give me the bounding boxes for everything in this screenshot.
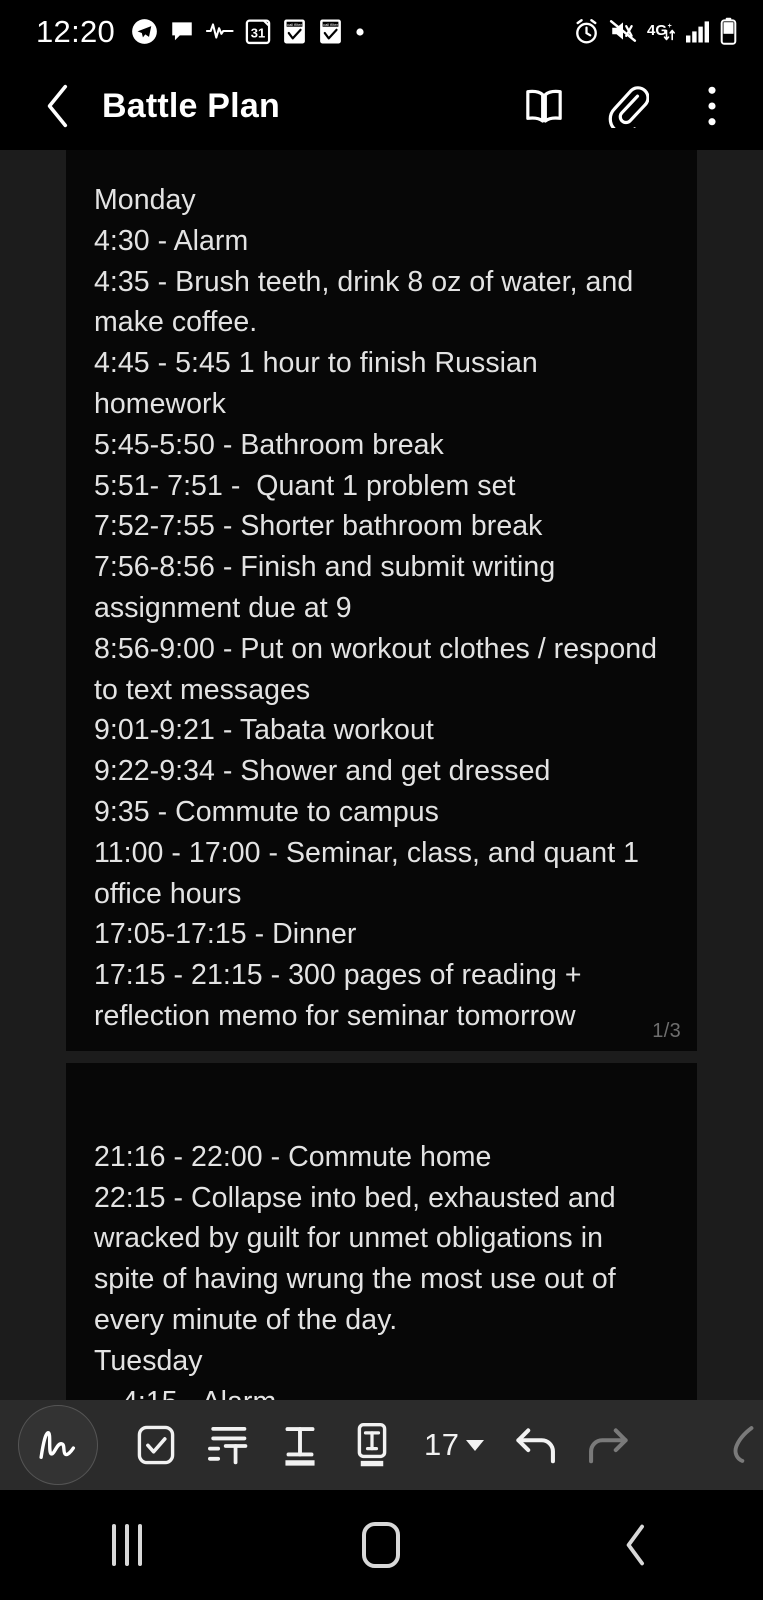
note-line[interactable]: 21:16 - 22:00 - Commute home <box>94 1137 669 1178</box>
redo-icon <box>589 1428 629 1464</box>
status-bar: 12:20 31 call filter call filter 4G + <box>0 0 763 62</box>
font-size-value: 17 <box>424 1427 460 1462</box>
note-line[interactable]: 4:35 - Brush teeth, drink 8 oz of water,… <box>94 262 669 344</box>
back-button[interactable] <box>36 84 80 128</box>
page-title: Battle Plan <box>102 86 280 125</box>
nav-back-button[interactable] <box>581 1503 691 1587</box>
note-page-2[interactable]: 21:16 - 22:00 - Commute home 22:15 - Col… <box>66 1062 697 1400</box>
home-button[interactable] <box>326 1503 436 1587</box>
alarm-icon <box>576 18 597 43</box>
calendar-31-icon: 31 <box>245 18 271 44</box>
format-toolbar: 17 <box>0 1400 763 1490</box>
eraser-icon <box>733 1426 754 1463</box>
message-bubble-icon <box>172 22 192 41</box>
4g-data-icon: 4G + <box>647 22 675 40</box>
attachment-button[interactable] <box>605 83 651 129</box>
overflow-menu-icon <box>708 86 716 126</box>
task-check-icon: call filter <box>284 19 305 43</box>
battery-icon <box>720 17 737 45</box>
redo-button[interactable] <box>572 1409 644 1481</box>
svg-text:call filter: call filter <box>287 21 302 26</box>
note-line[interactable]: 7:52-7:55 - Shorter bathroom break <box>94 506 669 547</box>
task-check-icon-2: call filter <box>320 19 341 43</box>
note-line[interactable]: Monday <box>94 180 669 221</box>
note-line[interactable]: 17:05-17:15 - Dinner <box>94 914 669 955</box>
note-line[interactable]: 5:45-5:50 - Bathroom break <box>94 425 669 466</box>
note-line[interactable]: Tuesday <box>94 1341 669 1382</box>
svg-text:+: + <box>668 23 672 30</box>
note-line[interactable]: 11:00 - 17:00 - Seminar, class, and quan… <box>94 833 669 915</box>
text-format-button[interactable] <box>264 1409 336 1481</box>
note-page-1[interactable]: Monday 4:30 - Alarm 4:35 - Brush teeth, … <box>66 150 697 1051</box>
checklist-button[interactable] <box>120 1409 192 1481</box>
eraser-button[interactable] <box>707 1409 763 1481</box>
paragraph-indent-icon <box>208 1427 248 1465</box>
signal-bars-icon <box>686 20 709 42</box>
phone-screen: 12:20 31 call filter call filter 4G + Ba… <box>0 0 763 1600</box>
home-icon <box>362 1522 401 1568</box>
undo-button[interactable] <box>500 1409 572 1481</box>
checkbox-check-icon <box>137 1425 175 1465</box>
recents-icon <box>112 1524 143 1566</box>
note-line[interactable]: 9:35 - Commute to campus <box>94 792 669 833</box>
reading-mode-icon <box>526 89 562 123</box>
chevron-left-icon <box>47 84 68 128</box>
note-line[interactable]: 9:22-9:34 - Shower and get dressed <box>94 751 669 792</box>
status-left-icons: 31 call filter call filter <box>131 18 366 45</box>
text-box-button[interactable] <box>336 1409 408 1481</box>
note-line[interactable]: 17:15 - 21:15 - 300 pages of reading + r… <box>94 955 669 1037</box>
underlined-text-icon <box>285 1427 315 1466</box>
overflow-menu-button[interactable] <box>689 83 735 129</box>
mute-vibrate-icon <box>609 20 637 42</box>
note-line[interactable]: 4:45 - 5:45 1 hour to finish Russian hom… <box>94 343 669 425</box>
app-bar: Battle Plan <box>0 62 763 150</box>
svg-text:call filter: call filter <box>323 21 338 26</box>
chevron-down-icon <box>466 1439 485 1451</box>
note-scroll-area[interactable]: Monday 4:30 - Alarm 4:35 - Brush teeth, … <box>0 150 763 1400</box>
note-line[interactable]: 4:30 - Alarm <box>94 221 669 262</box>
attachment-icon <box>608 86 649 128</box>
app-bar-actions <box>521 83 735 129</box>
chevron-left-icon <box>626 1524 644 1566</box>
page-indicator: 1/3 <box>652 1019 681 1042</box>
status-clock: 12:20 <box>36 13 116 49</box>
text-box-icon <box>357 1423 387 1467</box>
note-line[interactable]: 7:56-8:56 - Finish and submit writing as… <box>94 547 669 629</box>
handwriting-pen-icon <box>39 1431 76 1459</box>
reading-mode-button[interactable] <box>521 83 567 129</box>
recents-button[interactable] <box>72 1503 182 1587</box>
svg-text:31: 31 <box>251 25 265 40</box>
font-size-selector[interactable]: 17 <box>414 1427 494 1463</box>
status-right-icons: 4G + <box>573 17 737 45</box>
dot-icon <box>356 28 364 36</box>
android-nav-bar <box>0 1490 763 1600</box>
handwriting-pen-button[interactable] <box>18 1405 98 1485</box>
note-line[interactable]: 22:15 - Collapse into bed, exhausted and… <box>94 1178 669 1341</box>
telegram-icon <box>132 18 157 44</box>
note-line[interactable]: 8:56-9:00 - Put on workout clothes / res… <box>94 629 669 711</box>
note-line[interactable]: 4:15 - Alarm .... <box>94 1382 669 1400</box>
pulse-waveform-icon <box>206 23 234 39</box>
note-line[interactable]: 9:01-9:21 - Tabata workout <box>94 710 669 751</box>
note-line[interactable]: 5:51- 7:51 - Quant 1 problem set <box>94 466 669 507</box>
paragraph-indent-button[interactable] <box>192 1409 264 1481</box>
undo-icon <box>516 1428 556 1464</box>
svg-text:4G: 4G <box>647 22 667 39</box>
